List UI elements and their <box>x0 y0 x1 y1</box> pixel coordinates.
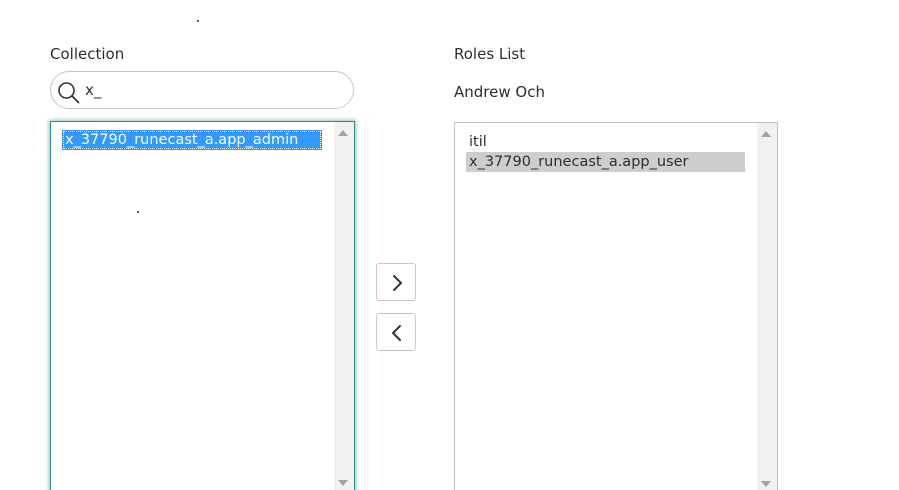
scroll-down-arrow-icon[interactable] <box>338 480 348 486</box>
user-name: Andrew Och <box>454 83 545 101</box>
stray-dot <box>137 211 139 213</box>
roles-scrollbar[interactable] <box>757 123 777 490</box>
collection-heading: Collection <box>50 45 125 63</box>
search-icon <box>57 81 81 105</box>
roles-option-app-user[interactable]: x_37790_runecast_a.app_user <box>466 152 745 172</box>
scroll-up-arrow-icon[interactable] <box>338 130 348 136</box>
collection-search-input[interactable] <box>85 78 345 102</box>
roles-listbox[interactable]: itil x_37790_runecast_a.app_user <box>454 122 778 490</box>
role-assignment-slushbucket: Collection x_37790_runecast_a.app_admin <box>0 0 899 490</box>
chevron-right-icon <box>393 275 402 291</box>
collection-option-app-admin[interactable]: x_37790_runecast_a.app_admin <box>62 130 322 150</box>
stray-dot <box>197 20 199 22</box>
collection-scrollbar[interactable] <box>334 122 354 490</box>
scroll-up-arrow-icon[interactable] <box>761 131 771 137</box>
chevron-left-icon <box>392 325 401 341</box>
collection-search-box[interactable] <box>50 71 354 109</box>
remove-role-button[interactable] <box>376 313 416 351</box>
collection-listbox[interactable]: x_37790_runecast_a.app_admin <box>50 121 355 490</box>
roles-option-itil[interactable]: itil <box>466 132 745 152</box>
roles-list-heading: Roles List <box>454 45 526 63</box>
scroll-down-arrow-icon[interactable] <box>761 481 771 487</box>
add-role-button[interactable] <box>376 263 416 301</box>
